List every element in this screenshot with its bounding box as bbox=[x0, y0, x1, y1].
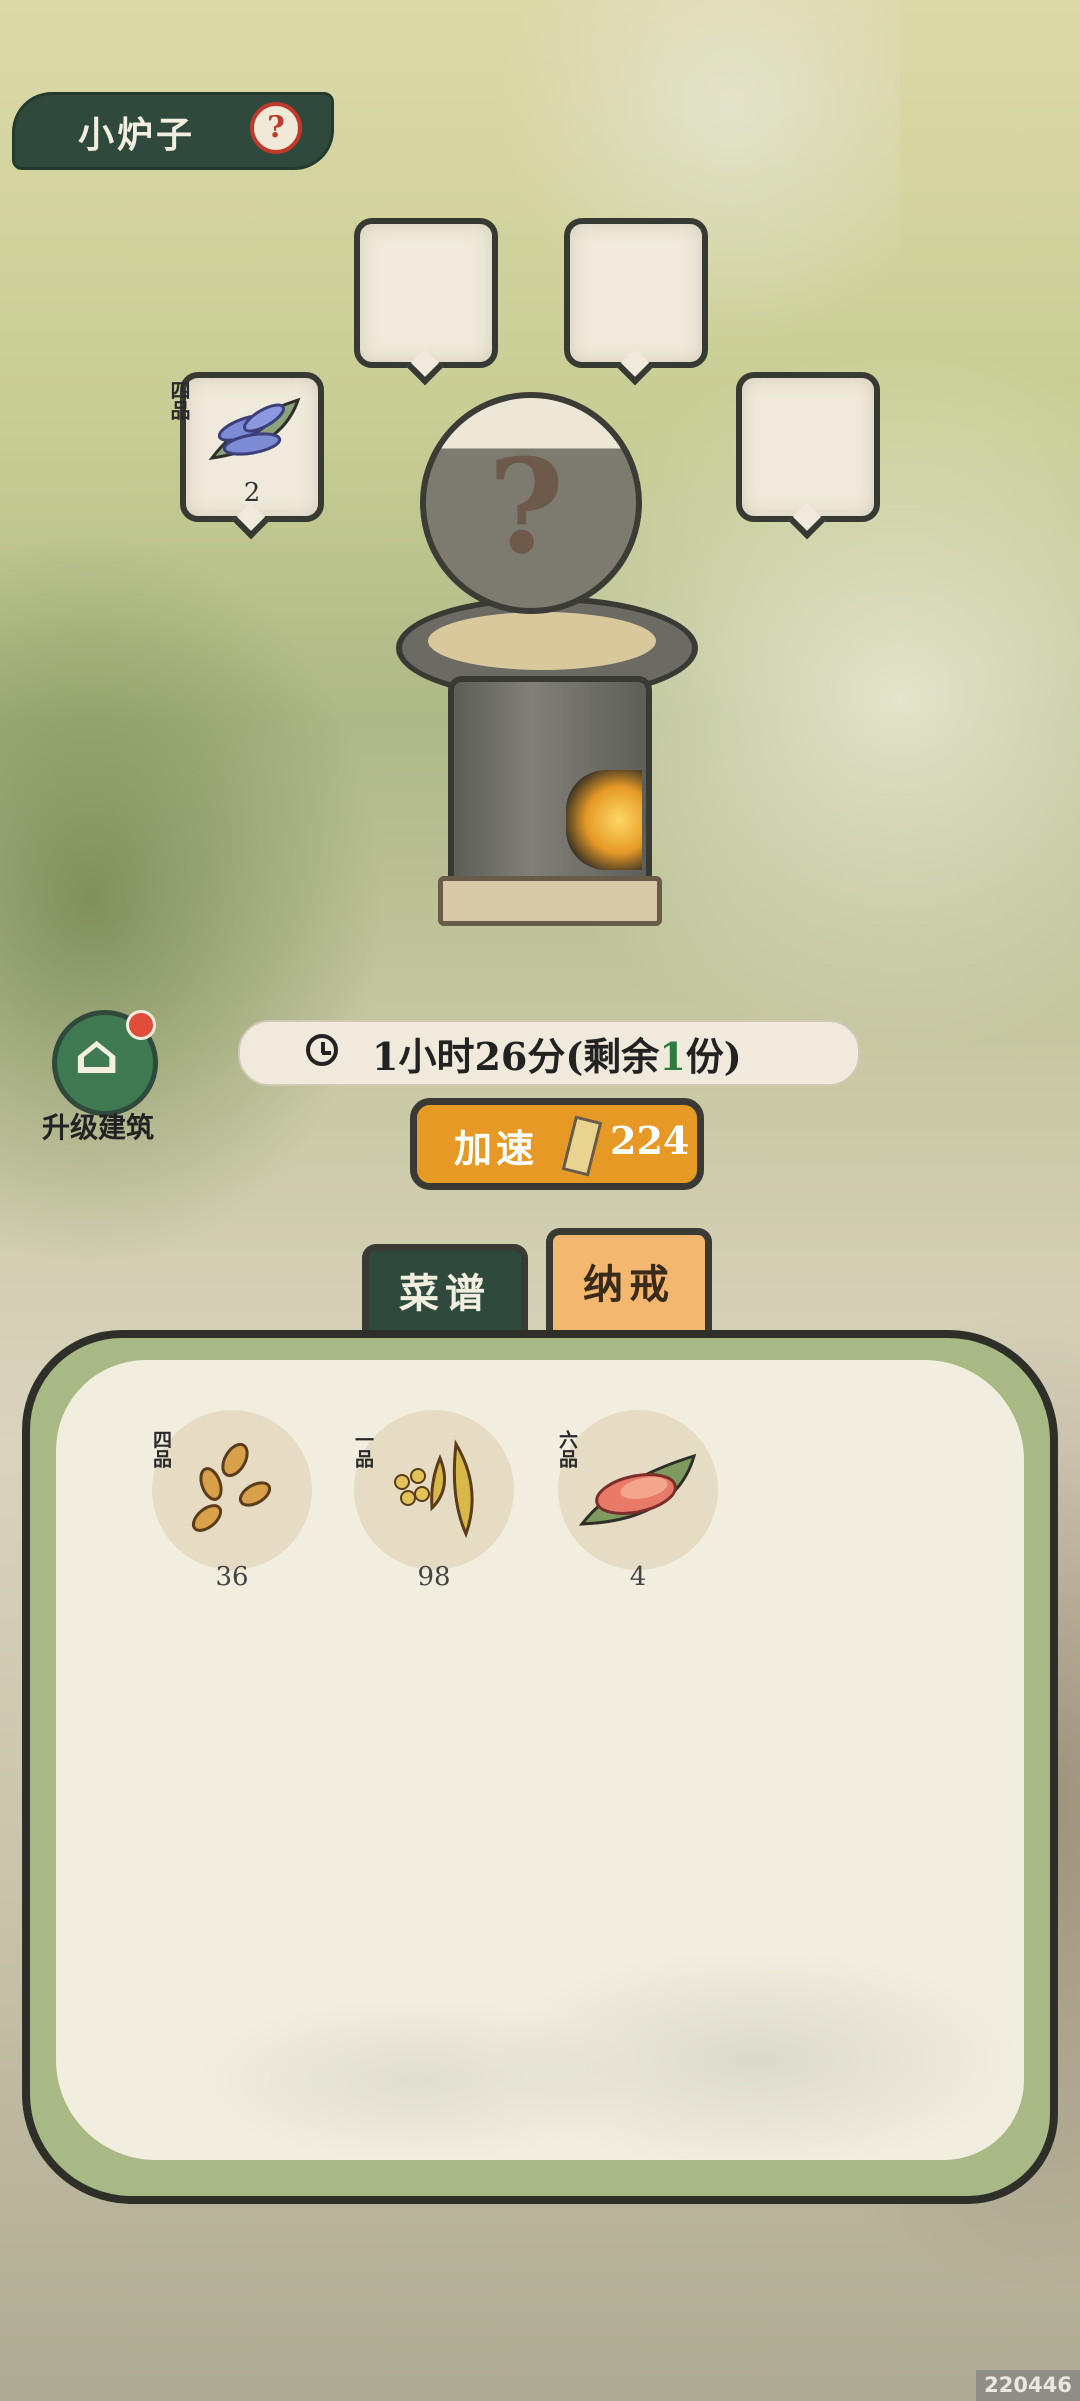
slot-count: 2 bbox=[243, 478, 261, 508]
build-id-label: 220446 bbox=[976, 2370, 1080, 2401]
item-count: 98 bbox=[417, 1562, 451, 1592]
speed-up-label: 加速 bbox=[454, 1126, 539, 1171]
notification-dot bbox=[126, 1010, 156, 1040]
inventory-item-soybean[interactable] bbox=[354, 1410, 514, 1570]
seeds-icon bbox=[191, 1442, 272, 1532]
ingredient-slot-1[interactable]: 2 bbox=[180, 372, 324, 522]
speed-up-cost: 224 bbox=[610, 1118, 690, 1163]
item-grade-label: 四品 bbox=[150, 1430, 172, 1468]
stove-base bbox=[438, 876, 662, 926]
timer-text: 1小时26分(剩余1份) bbox=[372, 1026, 742, 1081]
help-icon[interactable]: ? bbox=[250, 102, 302, 154]
item-count: 36 bbox=[215, 1562, 249, 1592]
upgrade-building-icon: ⌂ bbox=[74, 1022, 120, 1086]
unknown-dish-icon: ? bbox=[488, 430, 565, 583]
sweet-potato-icon bbox=[578, 1453, 697, 1526]
timer-prefix: 1小时26分(剩余 bbox=[372, 1034, 660, 1079]
ingredient-slot-2[interactable] bbox=[354, 218, 498, 368]
pot-soup bbox=[428, 612, 656, 670]
item-grade-label: 六品 bbox=[556, 1430, 578, 1468]
inventory-item-seeds[interactable] bbox=[152, 1410, 312, 1570]
ingredient-slot-3[interactable] bbox=[564, 218, 708, 368]
ingredient-slot-4[interactable] bbox=[736, 372, 880, 522]
slot-grade-label: 四品 bbox=[167, 380, 191, 420]
lavender-herb-icon bbox=[208, 397, 301, 460]
inventory-item-sweet-potato[interactable] bbox=[558, 1410, 718, 1570]
fire-icon bbox=[566, 770, 642, 870]
upgrade-building-label: 升级建筑 bbox=[41, 1111, 154, 1144]
item-grade-label: 一品 bbox=[352, 1430, 374, 1468]
page-title: 小炉子 bbox=[78, 114, 196, 156]
soybean-icon bbox=[394, 1439, 474, 1538]
timer-suffix: 份) bbox=[685, 1034, 742, 1079]
clock-icon bbox=[306, 1034, 338, 1066]
tab-recipes[interactable]: 菜谱 bbox=[362, 1244, 528, 1340]
timer-remaining: 1 bbox=[659, 1034, 686, 1079]
item-count: 4 bbox=[629, 1562, 647, 1592]
tab-storage-ring[interactable]: 纳戒 bbox=[546, 1228, 712, 1340]
